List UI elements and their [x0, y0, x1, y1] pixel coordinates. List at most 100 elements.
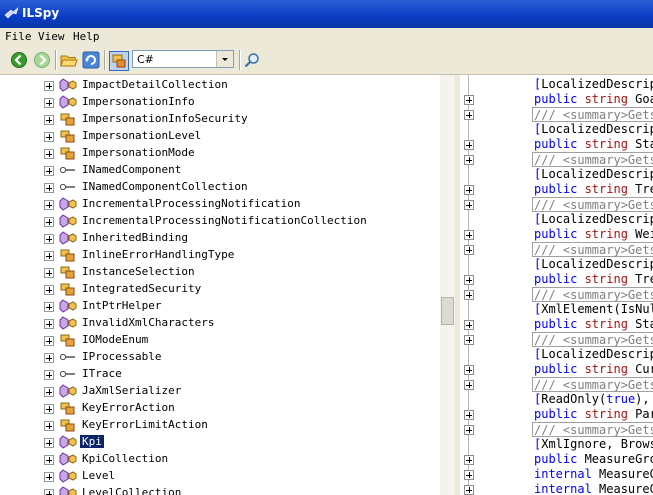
fold-toggle-icon[interactable]: [464, 365, 474, 375]
expand-icon[interactable]: [44, 183, 54, 193]
tree-item-label: IOModeEnum: [82, 333, 149, 346]
tree-item[interactable]: LevelCollection: [0, 485, 440, 495]
code-line: public string Sta: [534, 317, 653, 332]
tree-item-label: IncrementalProcessingNotificationCollect…: [82, 214, 367, 227]
assembly-tree[interactable]: ImpactDetailCollection ImpersonationInfo I…: [0, 75, 440, 495]
tree-item[interactable]: KeyErrorLimitAction: [0, 417, 440, 434]
code-token: Tre: [635, 182, 653, 196]
tree-item[interactable]: IOModeEnum: [0, 332, 440, 349]
class-icon: [59, 469, 77, 483]
tree-item[interactable]: INamedComponent: [0, 162, 440, 179]
fold-toggle-icon[interactable]: [464, 230, 474, 240]
expand-icon[interactable]: [44, 336, 54, 346]
tree-item[interactable]: IProcessable: [0, 349, 440, 366]
tree-item[interactable]: IncrementalProcessingNotification: [0, 196, 440, 213]
tree-item[interactable]: ImpersonationInfo: [0, 94, 440, 111]
tree-item[interactable]: ITrace: [0, 366, 440, 383]
expand-icon[interactable]: [44, 81, 54, 91]
expand-icon[interactable]: [44, 421, 54, 431]
expand-icon[interactable]: [44, 285, 54, 295]
expand-icon[interactable]: [44, 302, 54, 312]
fold-toggle-icon[interactable]: [464, 95, 474, 105]
tree-item[interactable]: JaXmlSerializer: [0, 383, 440, 400]
search-icon[interactable]: [243, 51, 261, 69]
menu-view[interactable]: View: [38, 30, 65, 43]
fold-toggle-icon[interactable]: [464, 290, 474, 300]
fold-toggle-icon[interactable]: [464, 425, 474, 435]
menu-help[interactable]: Help: [73, 30, 100, 43]
chevron-down-icon[interactable]: [216, 51, 233, 67]
expand-icon[interactable]: [44, 115, 54, 125]
tree-item[interactable]: KeyErrorAction: [0, 400, 440, 417]
expand-icon[interactable]: [44, 370, 54, 380]
expand-icon[interactable]: [44, 387, 54, 397]
expand-icon[interactable]: [44, 217, 54, 227]
expand-icon[interactable]: [44, 489, 54, 495]
fold-toggle-icon[interactable]: [464, 185, 474, 195]
expand-icon[interactable]: [44, 200, 54, 210]
fold-toggle-icon[interactable]: [464, 140, 474, 150]
tree-item[interactable]: Level: [0, 468, 440, 485]
fold-toggle-icon[interactable]: [464, 110, 474, 120]
tree-item[interactable]: ImpactDetailCollection: [0, 77, 440, 94]
expand-icon[interactable]: [44, 404, 54, 414]
fold-toggle-icon[interactable]: [464, 485, 474, 495]
tree-item[interactable]: InstanceSelection: [0, 264, 440, 281]
open-folder-icon[interactable]: [60, 51, 78, 69]
expand-icon[interactable]: [44, 132, 54, 142]
tree-item[interactable]: ImpersonationLevel: [0, 128, 440, 145]
fold-toggle-icon[interactable]: [464, 335, 474, 345]
expand-icon[interactable]: [44, 98, 54, 108]
fold-toggle-icon[interactable]: [464, 155, 474, 165]
expand-icon[interactable]: [44, 251, 54, 261]
tree-item[interactable]: IntegratedSecurity: [0, 281, 440, 298]
fold-toggle-icon[interactable]: [464, 200, 474, 210]
code-view[interactable]: [LocalizedDescrippublic string Goa/// <s…: [460, 75, 653, 495]
code-token: public: [534, 182, 585, 196]
expand-icon[interactable]: [44, 268, 54, 278]
tree-item[interactable]: IntPtrHelper: [0, 298, 440, 315]
code-token: internal: [534, 467, 600, 481]
scrollbar-thumb[interactable]: [441, 297, 454, 325]
tree-item[interactable]: InvalidXmlCharacters: [0, 315, 440, 332]
back-icon[interactable]: [10, 51, 28, 69]
fold-toggle-icon[interactable]: [464, 275, 474, 285]
refresh-icon[interactable]: [82, 51, 100, 69]
expand-icon[interactable]: [44, 455, 54, 465]
class-icon: [59, 197, 77, 211]
fold-toggle-icon[interactable]: [464, 455, 474, 465]
tree-item[interactable]: InlineErrorHandlingType: [0, 247, 440, 264]
tree-item[interactable]: INamedComponentCollection: [0, 179, 440, 196]
tree-item[interactable]: KpiCollection: [0, 451, 440, 468]
expand-icon[interactable]: [44, 472, 54, 482]
fold-toggle-icon[interactable]: [464, 320, 474, 330]
tree-item[interactable]: InheritedBinding: [0, 230, 440, 247]
code-token: string: [584, 272, 636, 286]
fold-toggle-icon[interactable]: [464, 410, 474, 420]
tree-item[interactable]: IncrementalProcessingNotificationCollect…: [0, 213, 440, 230]
code-attribute-line: [LocalizedDescrip: [534, 122, 653, 137]
expand-icon[interactable]: [44, 353, 54, 363]
menu-file[interactable]: File: [5, 30, 32, 43]
language-select[interactable]: C#: [132, 50, 234, 68]
tree-item[interactable]: ImpersonationMode: [0, 145, 440, 162]
tree-scrollbar[interactable]: [440, 75, 455, 495]
expand-icon[interactable]: [44, 234, 54, 244]
fold-toggle-icon[interactable]: [464, 470, 474, 480]
ilspy-app-icon: [4, 7, 19, 19]
expand-icon[interactable]: [44, 149, 54, 159]
window-title: ILSpy: [22, 6, 60, 20]
expand-icon[interactable]: [44, 319, 54, 329]
show-internal-icon[interactable]: [109, 51, 129, 71]
code-token: public: [534, 272, 585, 286]
expand-icon[interactable]: [44, 438, 54, 448]
code-token: Sta: [635, 137, 653, 151]
forward-icon[interactable]: [33, 51, 51, 69]
expand-icon[interactable]: [44, 166, 54, 176]
tree-item[interactable]: ImpersonationInfoSecurity: [0, 111, 440, 128]
fold-toggle-icon[interactable]: [464, 380, 474, 390]
code-attribute-line: [XmlIgnore, Brows: [534, 437, 653, 452]
fold-toggle-icon[interactable]: [464, 245, 474, 255]
tree-item[interactable]: Kpi: [0, 434, 440, 451]
tree-item-label: IncrementalProcessingNotification: [82, 197, 301, 210]
